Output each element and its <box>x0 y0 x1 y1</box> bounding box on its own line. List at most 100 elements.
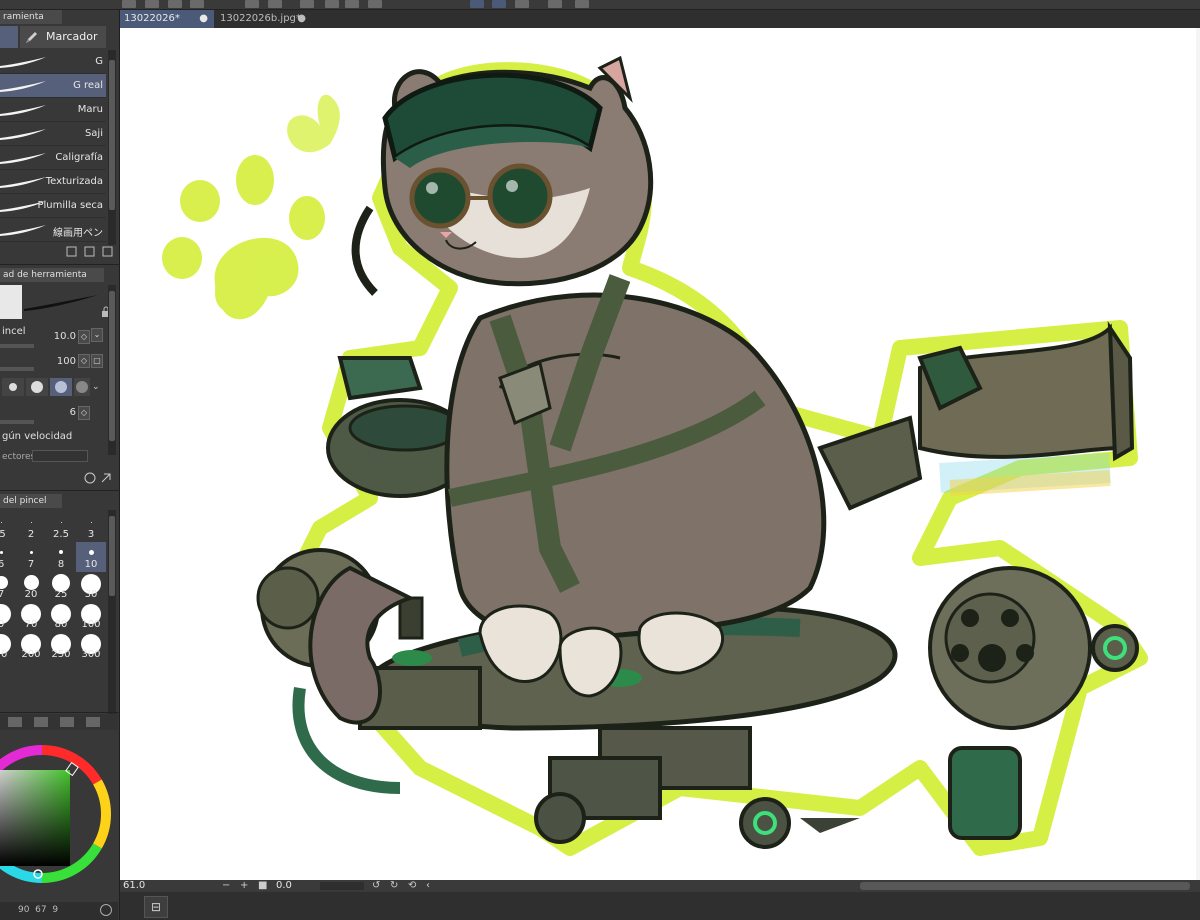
brush-size-cell[interactable]: 20 <box>16 572 46 602</box>
zoom-in-button[interactable]: + <box>240 880 248 892</box>
paw-print <box>162 155 325 320</box>
toolbar-icon[interactable] <box>575 0 589 8</box>
brush-size-slider[interactable] <box>0 344 34 348</box>
fit-button[interactable]: ■ <box>258 880 267 892</box>
vector-eraser-options[interactable] <box>32 450 88 462</box>
color-wheel[interactable] <box>0 730 118 902</box>
opacity-stepper[interactable]: ◇ <box>78 354 90 368</box>
brush-item[interactable]: Caligrafía <box>0 146 106 170</box>
brush-size-cell[interactable]: 2.5 <box>46 512 76 542</box>
tool-property-tab[interactable]: ad de herramienta <box>0 268 104 282</box>
brush-size-cell[interactable]: 8 <box>46 542 76 572</box>
toolbar-icon[interactable] <box>325 0 339 8</box>
brush-list-scrollbar[interactable] <box>108 50 116 245</box>
toolbar-icon[interactable] <box>300 0 314 8</box>
tip-dropdown[interactable]: ⌄ <box>92 378 104 396</box>
color-tab-icon[interactable] <box>8 717 22 727</box>
tab-document-1[interactable]: 13022026* ● <box>120 10 214 28</box>
tab-close-icon[interactable]: ● <box>199 10 208 28</box>
brush-size-cell[interactable]: 80 <box>46 602 76 632</box>
size-dropdown[interactable]: ⌄ <box>91 328 103 342</box>
brush-size-cell[interactable]: 70 <box>0 632 16 662</box>
brush-item[interactable]: 線画用ペン <box>0 218 106 242</box>
size-stepper[interactable]: ◇ <box>78 330 90 344</box>
brush-item[interactable]: Maru <box>0 98 106 122</box>
toolbar-icon[interactable] <box>368 0 382 8</box>
toolbar-icon[interactable] <box>492 0 506 8</box>
tip-cross[interactable] <box>2 378 24 396</box>
tip-blur[interactable] <box>74 378 90 396</box>
drawing-canvas[interactable] <box>120 28 1200 880</box>
rotation-value[interactable]: 0.0 <box>276 880 292 892</box>
zoom-out-button[interactable]: − <box>222 880 230 892</box>
duplicate-icon[interactable] <box>84 246 95 257</box>
undo-icon[interactable] <box>245 0 259 8</box>
brush-size-cell[interactable]: 300 <box>76 632 106 662</box>
brush-size-cell[interactable]: 6 <box>0 542 16 572</box>
stabilization-slider[interactable] <box>0 420 34 424</box>
reset-rotation-icon[interactable]: ⟲ <box>408 880 416 892</box>
brush-size-cell[interactable]: 7 <box>16 542 46 572</box>
tip-soft-selected[interactable] <box>50 378 72 396</box>
toolbar-icon[interactable] <box>145 0 159 8</box>
redo-icon[interactable] <box>268 0 282 8</box>
tool-tab-left[interactable] <box>0 26 18 48</box>
color-tab-icon[interactable] <box>34 717 48 727</box>
brush-size-cell[interactable]: 25 <box>46 572 76 602</box>
brush-size-cell[interactable]: 100 <box>76 602 106 632</box>
zoom-value[interactable]: 61.0 <box>123 880 145 892</box>
brush-size-cell[interactable]: 30 <box>76 572 106 602</box>
brush-size-cell[interactable]: 10 <box>76 542 106 572</box>
brush-size-cell[interactable]: 200 <box>16 632 46 662</box>
brush-item[interactable]: Texturizada <box>0 170 106 194</box>
brush-item[interactable]: Saji <box>0 122 106 146</box>
toolbar-icon[interactable] <box>345 0 359 8</box>
toolbar-icon[interactable] <box>548 0 562 8</box>
stabilization-value[interactable]: 6 <box>40 407 76 418</box>
color-tab-icon[interactable] <box>60 717 74 727</box>
brush-item[interactable]: G real <box>0 74 106 98</box>
toolbar-icon[interactable] <box>168 0 182 8</box>
brush-size-cell[interactable]: 70 <box>16 602 46 632</box>
brush-item[interactable]: G <box>0 50 106 74</box>
brush-size-cell[interactable]: 250 <box>46 632 76 662</box>
size-label: 25 <box>54 589 68 600</box>
brush-size-cell[interactable]: 2 <box>16 512 46 542</box>
tab-document-2[interactable]: 13022026b.jpg* ● <box>216 10 312 28</box>
brush-size-value[interactable]: 10.0 <box>40 331 76 342</box>
brush-size-cell[interactable]: 3 <box>76 512 106 542</box>
rotate-left-icon[interactable]: ↺ <box>372 880 380 892</box>
settings-icon[interactable] <box>84 472 96 484</box>
layer-panel-icon[interactable]: ⊟ <box>144 896 168 918</box>
opacity-value[interactable]: 100 <box>40 356 76 367</box>
opacity-slider[interactable] <box>0 367 34 371</box>
toolbar-icon[interactable] <box>470 0 484 8</box>
toolbar-icon[interactable] <box>190 0 204 8</box>
property-scrollbar[interactable] <box>108 285 116 455</box>
horizontal-scrollbar[interactable] <box>860 882 1190 890</box>
flip-icon[interactable]: ‹ <box>426 880 430 892</box>
brush-size-cell[interactable]: 7 <box>0 572 16 602</box>
toolbar-icon[interactable] <box>122 0 136 8</box>
tab-close-icon[interactable]: ● <box>297 10 306 28</box>
brush-size-cell[interactable]: 0 <box>0 602 16 632</box>
toolbar-icon[interactable] <box>515 0 529 8</box>
brush-preview-swatch <box>0 285 22 319</box>
rotation-slider[interactable] <box>320 882 364 890</box>
download-icon[interactable] <box>66 246 77 257</box>
brush-size-tab[interactable]: del pincel <box>0 494 62 508</box>
size-scrollbar[interactable] <box>108 510 116 720</box>
tool-palette-tab[interactable]: ramienta <box>0 10 62 24</box>
rotate-right-icon[interactable]: ↻ <box>390 880 398 892</box>
stabilization-stepper[interactable]: ◇ <box>78 406 90 420</box>
wrench-icon[interactable] <box>101 473 111 483</box>
opacity-toggle[interactable]: ▢ <box>91 354 103 368</box>
tip-hard[interactable] <box>26 378 48 396</box>
color-tab-icon[interactable] <box>86 717 100 727</box>
color-mode-icon[interactable] <box>100 904 112 916</box>
trash-icon[interactable] <box>102 246 113 257</box>
tool-tab-marker[interactable]: Marcador <box>20 26 106 48</box>
brush-label: Texturizada <box>45 176 103 187</box>
brush-size-cell[interactable]: .5 <box>0 512 16 542</box>
brush-item[interactable]: Plumilla seca <box>0 194 106 218</box>
